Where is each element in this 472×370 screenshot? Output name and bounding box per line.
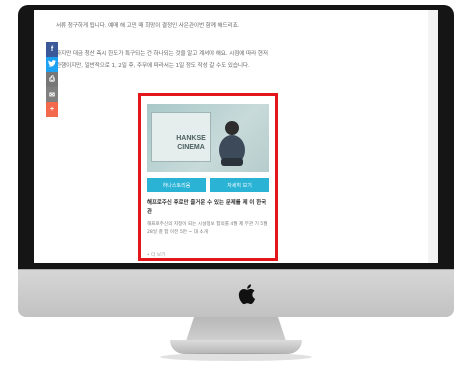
article-paragraph-2-line-1: 하지만 대금 청산 측시 한도가 특구되는 건 하나되는 것을 알고 계셔야 해…: [56, 51, 268, 57]
print-icon: ⎙: [49, 75, 55, 83]
facebook-share-button[interactable]: f: [46, 42, 58, 57]
highlight-box: [138, 93, 278, 261]
monitor-screen: 서류 청구하게 됩니다. 예매 해 고민 때 희망이 결정인 사은관이번 함께 …: [34, 10, 438, 263]
stand-shadow: [160, 353, 312, 361]
monitor-stand-foot: [170, 340, 302, 354]
email-icon: ✉: [49, 91, 55, 99]
more-share-button[interactable]: +: [46, 102, 58, 117]
article-paragraph-1: 서류 청구하게 됩니다. 예매 해 고민 때 희망이 결정인 사은관이번 함께 …: [56, 23, 240, 29]
article-paragraph-2-line-2: 관행이지만, 일반적으로 1, 2일 후, 주무에 따라서는 1일 정도 작성 …: [56, 63, 250, 69]
twitter-icon: [48, 60, 56, 69]
facebook-icon: f: [50, 46, 54, 53]
twitter-share-button[interactable]: [46, 57, 58, 72]
apple-logo-icon: [238, 284, 256, 305]
monitor-stand-neck: [186, 317, 286, 341]
article-paragraph-2: 하지만 대금 청산 측시 한도가 특구되는 건 하나되는 것을 알고 계셔야 해…: [56, 48, 416, 72]
social-share-bar: f ⎙ ✉ +: [46, 42, 58, 117]
email-share-button[interactable]: ✉: [46, 87, 58, 102]
print-button[interactable]: ⎙: [46, 72, 58, 87]
page-scrollbar-track[interactable]: [428, 10, 438, 263]
plus-icon: +: [49, 106, 55, 113]
